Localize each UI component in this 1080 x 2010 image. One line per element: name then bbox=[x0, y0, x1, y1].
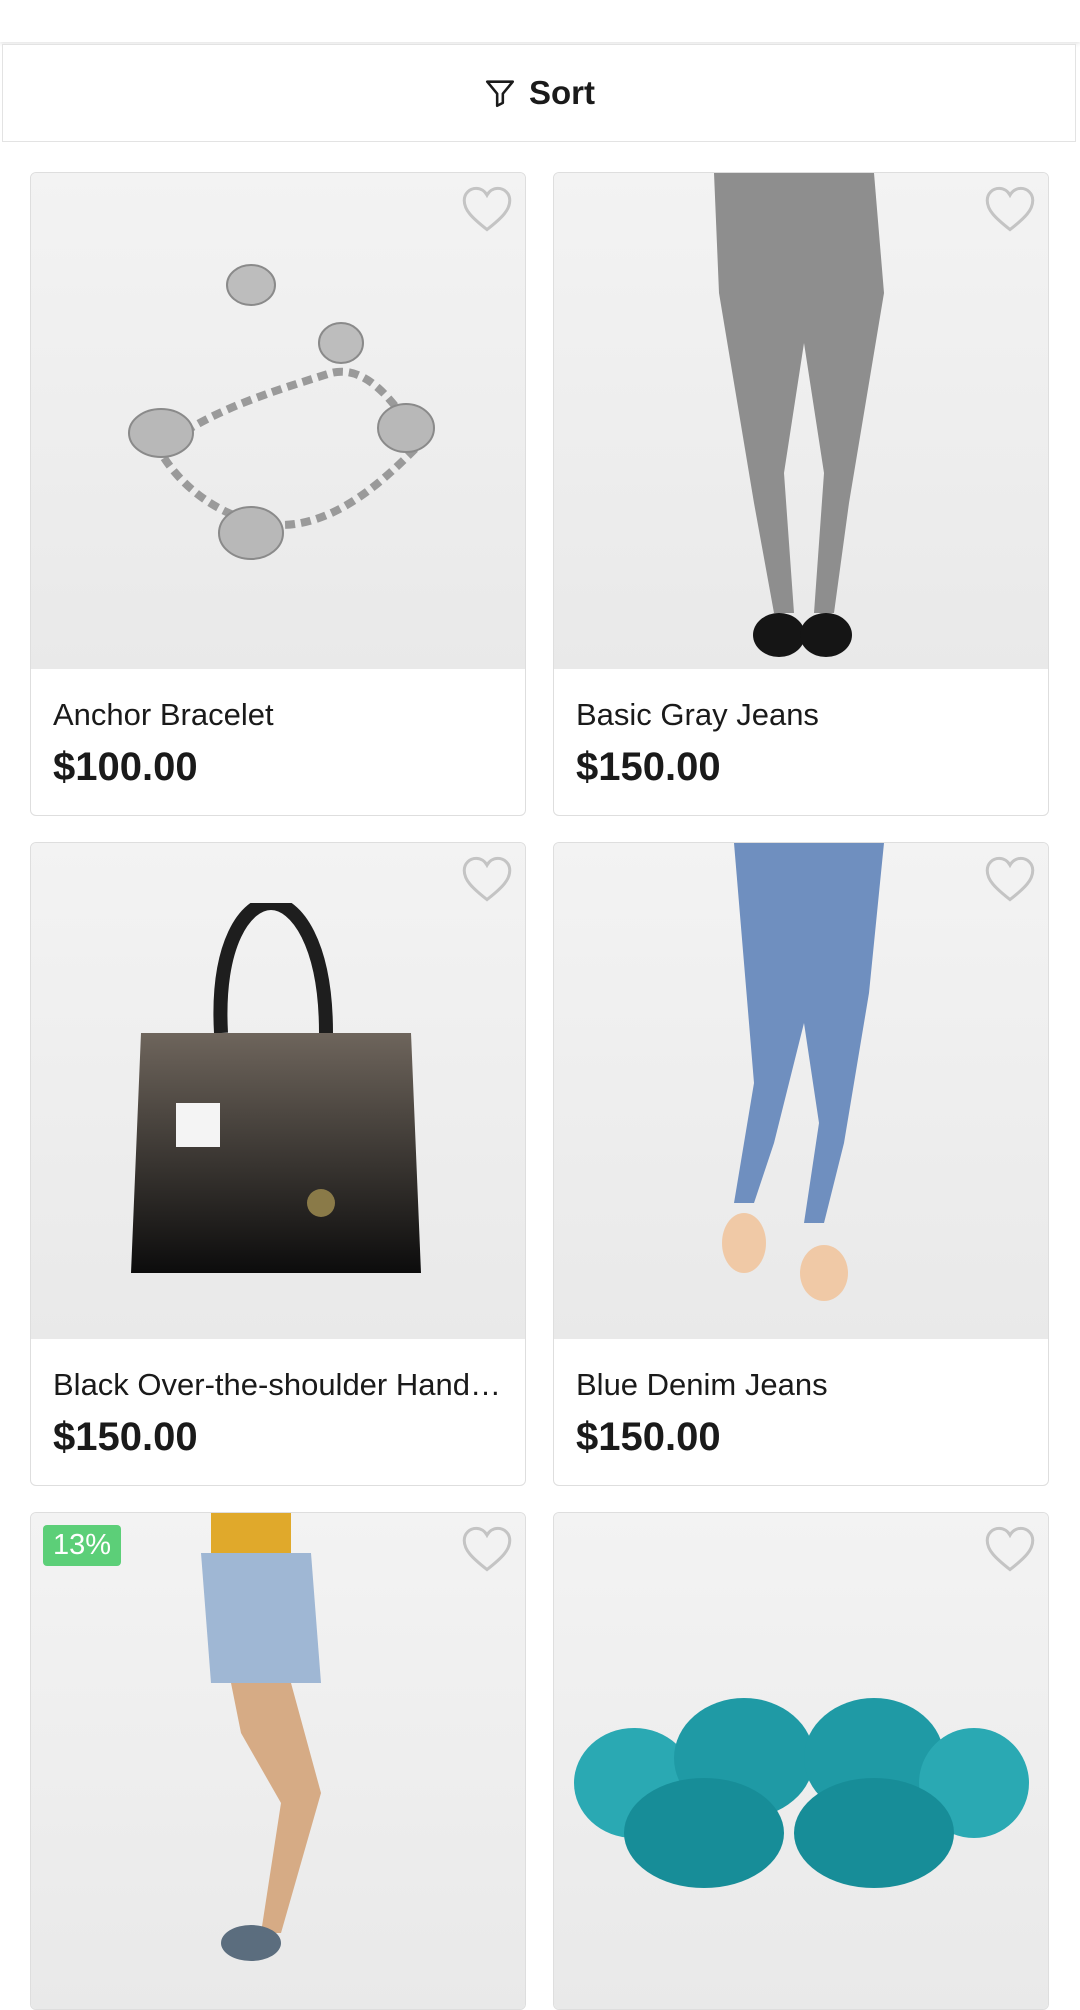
filter-funnel-icon bbox=[485, 80, 515, 108]
product-card[interactable] bbox=[553, 1512, 1049, 2010]
sort-button[interactable]: Sort bbox=[2, 44, 1076, 142]
product-image[interactable] bbox=[31, 173, 525, 669]
favorite-heart-icon[interactable] bbox=[461, 185, 513, 233]
product-info: Basic Gray Jeans $150.00 bbox=[554, 669, 1048, 815]
product-image[interactable] bbox=[554, 1513, 1048, 2009]
favorite-heart-icon[interactable] bbox=[984, 1525, 1036, 1573]
product-card[interactable]: Blue Denim Jeans $150.00 bbox=[553, 842, 1049, 1486]
bracelet-image bbox=[128, 264, 435, 560]
product-image[interactable]: 13% bbox=[31, 1513, 525, 2009]
product-card[interactable]: Anchor Bracelet $100.00 bbox=[30, 172, 526, 816]
favorite-heart-icon[interactable] bbox=[984, 185, 1036, 233]
product-price: $100.00 bbox=[53, 745, 198, 789]
product-price: $150.00 bbox=[576, 745, 721, 789]
blue-jeans-image bbox=[722, 843, 884, 1301]
sort-label: Sort bbox=[529, 74, 595, 111]
product-info: Anchor Bracelet $100.00 bbox=[31, 669, 525, 815]
product-card[interactable]: 13% bbox=[30, 1512, 526, 2010]
product-price: $150.00 bbox=[576, 1415, 721, 1459]
product-price: $150.00 bbox=[53, 1415, 198, 1459]
product-card[interactable]: Black Over-the-shoulder Handbag $150.00 bbox=[30, 842, 526, 1486]
product-info: Black Over-the-shoulder Handbag $150.00 bbox=[31, 1339, 525, 1485]
favorite-heart-icon[interactable] bbox=[461, 855, 513, 903]
product-grid: Anchor Bracelet $100.00 Basic Gray Jeans… bbox=[30, 172, 1052, 2010]
product-image[interactable] bbox=[554, 173, 1048, 669]
favorite-heart-icon[interactable] bbox=[984, 855, 1036, 903]
handbag-image bbox=[131, 903, 421, 1273]
product-name[interactable]: Black Over-the-shoulder Handbag bbox=[53, 1365, 503, 1405]
product-card[interactable]: Basic Gray Jeans $150.00 bbox=[553, 172, 1049, 816]
top-app-bar bbox=[0, 0, 1080, 42]
gray-jeans-image bbox=[714, 173, 884, 657]
product-name[interactable]: Basic Gray Jeans bbox=[576, 695, 1026, 735]
denim-shorts-image bbox=[201, 1513, 321, 1961]
turquoise-bracelet-image bbox=[574, 1698, 1029, 1888]
favorite-heart-icon[interactable] bbox=[461, 1525, 513, 1573]
product-image[interactable] bbox=[31, 843, 525, 1339]
product-info: Blue Denim Jeans $150.00 bbox=[554, 1339, 1048, 1485]
product-name[interactable]: Blue Denim Jeans bbox=[576, 1365, 1026, 1405]
discount-badge: 13% bbox=[43, 1525, 122, 1566]
product-image[interactable] bbox=[554, 843, 1048, 1339]
product-name[interactable]: Anchor Bracelet bbox=[53, 695, 503, 735]
